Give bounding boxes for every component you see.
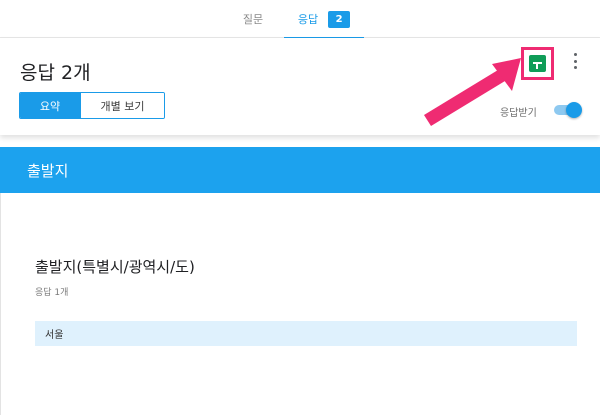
tab-bar: 질문 응답 2 — [0, 0, 600, 39]
answer-row: 서울 — [35, 321, 577, 346]
question-title: 출발지(특별시/광역시/도) — [35, 258, 195, 276]
tab-responses[interactable]: 응답 2 — [284, 0, 364, 39]
response-count: 응답 1개 — [35, 288, 69, 298]
tab-questions-label: 질문 — [242, 13, 264, 26]
responses-count-badge: 2 — [328, 10, 351, 28]
more-vert-icon[interactable] — [569, 53, 581, 69]
tab-questions[interactable]: 질문 — [228, 0, 278, 38]
accepting-responses-label: 응답받기 — [500, 108, 537, 119]
responses-summary-card: 응답 2개 요약 개별 보기 응답받기 — [0, 38, 600, 135]
section-header: 출발지 — [0, 147, 600, 193]
accepting-responses-toggle[interactable] — [552, 102, 582, 118]
question-card: 출발지(특별시/광역시/도) 응답 1개 서울 — [0, 193, 600, 415]
view-toggle: 요약 개별 보기 — [19, 92, 165, 119]
page-title: 응답 2개 — [20, 62, 91, 84]
tab-responses-label: 응답 — [297, 13, 319, 26]
create-spreadsheet-button[interactable] — [521, 47, 554, 80]
summary-view-button[interactable]: 요약 — [20, 93, 80, 118]
section-title: 출발지 — [27, 161, 69, 180]
individual-view-button[interactable]: 개별 보기 — [80, 93, 164, 118]
google-sheets-icon — [529, 55, 546, 72]
